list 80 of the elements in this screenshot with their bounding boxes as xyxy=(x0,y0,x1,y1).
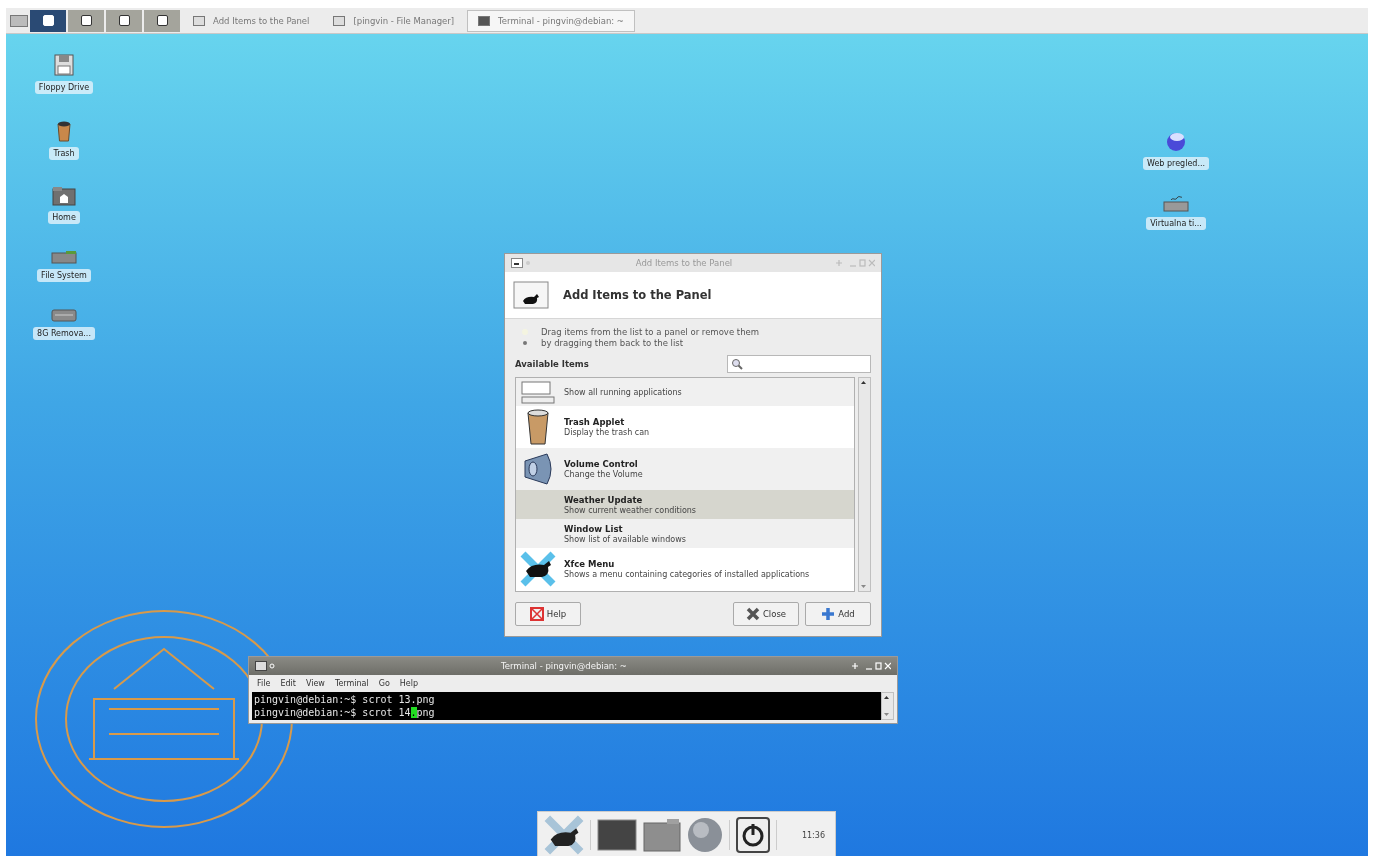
globe-icon xyxy=(1165,130,1187,152)
search-icon xyxy=(731,358,743,370)
desktop-icon-label[interactable]: 8G Remova... xyxy=(33,327,95,340)
scroll-up-icon[interactable] xyxy=(859,378,868,387)
dialog-button[interactable]: Add xyxy=(805,602,871,626)
trash-can-icon xyxy=(526,409,550,445)
folder-icon[interactable] xyxy=(643,818,681,852)
mouse-on-cross-icon[interactable] xyxy=(544,815,584,855)
list-item[interactable]: Window List Show list of available windows xyxy=(516,519,854,548)
terminal-icon[interactable] xyxy=(597,819,637,851)
terminal-icon xyxy=(478,15,491,26)
scrollbar[interactable] xyxy=(858,377,871,592)
scrollbar[interactable] xyxy=(881,692,894,720)
panel-mouse-icon xyxy=(513,281,549,309)
item-description: Shows a menu containing categories of installed applications xyxy=(564,570,810,579)
list-item[interactable]: Weather Update Show current weather conditions xyxy=(516,490,854,519)
desktop-icon-label[interactable]: File System xyxy=(37,269,91,282)
plus-icon xyxy=(821,607,836,621)
item-title: Volume Control xyxy=(564,459,639,469)
desktop-icon-label[interactable]: Virtualna ti... xyxy=(1146,217,1206,230)
item-title: Weather Update xyxy=(564,494,644,505)
menu-item[interactable]: Help xyxy=(399,679,419,688)
show-desktop-icon[interactable] xyxy=(10,14,28,27)
scroll-down-icon[interactable] xyxy=(859,582,868,591)
close-icon xyxy=(745,607,760,621)
desktop-icon-label[interactable]: Home xyxy=(48,211,80,224)
item-description: Show list of available windows xyxy=(564,534,686,544)
dialog-button[interactable]: Help xyxy=(515,602,581,626)
removable-drive-icon xyxy=(51,308,77,322)
desktop-icon-label[interactable]: Floppy Drive xyxy=(34,81,94,94)
item-description: Show current weather conditions xyxy=(564,505,696,515)
taskbar-button[interactable]: [pingvin - File Manager] xyxy=(322,9,466,32)
menu-item[interactable]: Edit xyxy=(280,679,296,688)
workspace-button[interactable] xyxy=(30,9,66,32)
window-icon xyxy=(193,15,205,26)
menu-item[interactable]: View xyxy=(305,679,325,688)
search-field[interactable] xyxy=(727,355,871,373)
dialog-heading: Add Items to the Panel xyxy=(563,288,712,302)
workspace-button[interactable] xyxy=(68,9,104,32)
list-item[interactable]: Volume Control Change the Volume xyxy=(516,448,854,490)
list-item[interactable]: Show all running applications xyxy=(516,378,854,406)
menu-item[interactable]: Terminal xyxy=(334,679,369,688)
item-title: Window List xyxy=(564,523,624,534)
hint-bullets-icon xyxy=(521,328,529,348)
clock: 11:36 xyxy=(801,830,826,840)
window-controls-icon[interactable] xyxy=(851,662,891,670)
scroll-down-icon[interactable] xyxy=(882,710,891,719)
terminal-line: pingvin@debian:~$ scrot 13.png xyxy=(254,693,436,706)
dialog-button[interactable]: Close xyxy=(733,602,799,626)
menu-item[interactable]: Go xyxy=(378,679,390,688)
trash-can-icon xyxy=(56,120,72,142)
hard-drive-icon xyxy=(51,250,77,264)
window-title: Add Items to the Panel xyxy=(634,258,734,268)
item-description: Change the Volume xyxy=(564,470,643,479)
menu-item[interactable]: File xyxy=(257,679,271,688)
workspace-button[interactable] xyxy=(106,9,142,32)
item-title: Trash Applet xyxy=(564,417,626,427)
item-description: Show all running applications xyxy=(564,387,682,397)
home-folder-icon xyxy=(52,186,76,206)
globe-icon[interactable] xyxy=(687,817,723,853)
window-title: Terminal - pingvin@debian: ~ xyxy=(500,661,628,671)
speaker-icon xyxy=(521,451,555,487)
section-label: Available Items xyxy=(515,359,589,369)
item-title: Xfce Menu xyxy=(564,559,616,569)
task-list-icon xyxy=(520,380,556,404)
instruction-text: Drag items from the list to a panel or remove them by dragging them back to the list xyxy=(541,327,761,349)
desktop-icon-label[interactable]: Trash xyxy=(49,147,79,160)
folder-icon xyxy=(333,15,346,26)
window-menu-icon[interactable] xyxy=(511,258,533,268)
terminal-line: pingvin@debian:~$ scrot 14.png xyxy=(254,706,436,719)
taskbar-button[interactable]: Terminal - pingvin@debian: ~ xyxy=(467,9,635,32)
power-icon[interactable] xyxy=(736,817,770,853)
lifebuoy-icon xyxy=(529,607,544,621)
mouse-on-cross-icon xyxy=(520,551,556,587)
desktop-icon-label[interactable]: Web pregled... xyxy=(1143,157,1209,170)
window-menu-icon[interactable] xyxy=(255,661,277,671)
item-description: Display the trash can xyxy=(564,428,650,437)
workspace-button[interactable] xyxy=(144,9,180,32)
taskbar-button[interactable]: Add Items to the Panel xyxy=(182,9,321,32)
keyboard-icon xyxy=(1163,196,1189,212)
